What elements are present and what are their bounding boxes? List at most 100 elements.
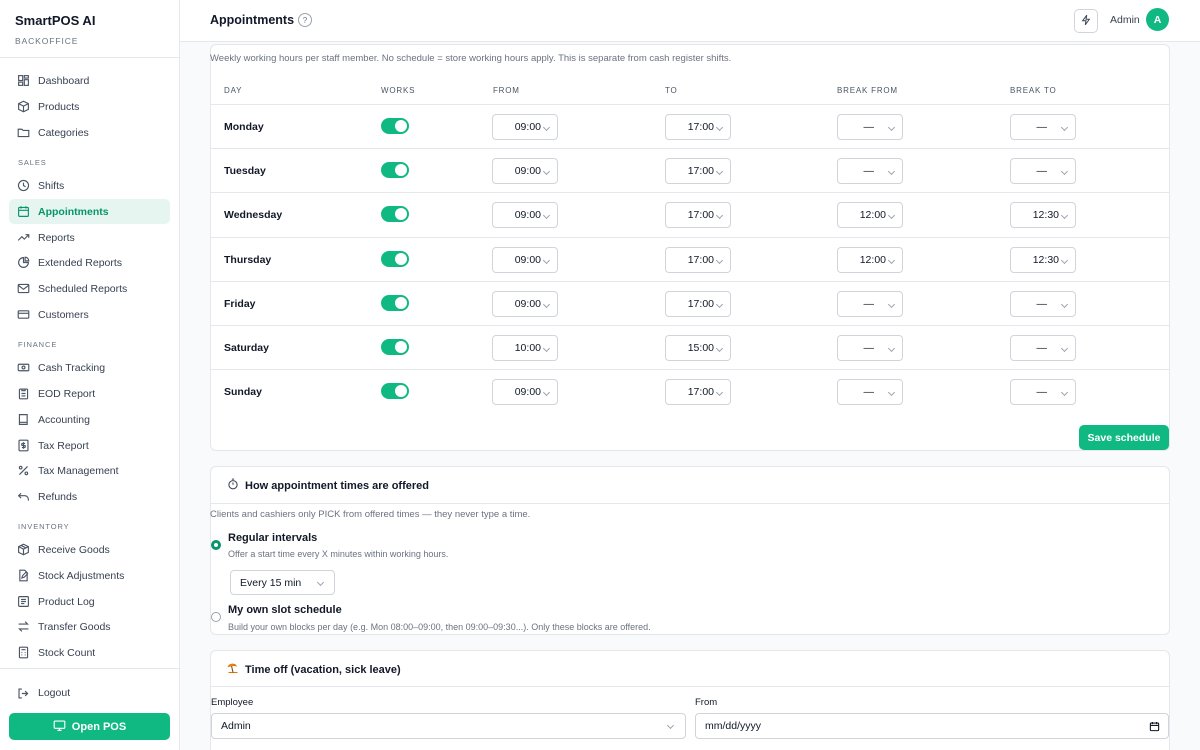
to-time-select[interactable]: 17:00 bbox=[665, 379, 731, 405]
section-title-finance: FINANCE bbox=[18, 340, 58, 349]
box-icon bbox=[17, 100, 30, 113]
sidebar-item-product-log[interactable]: Product Log bbox=[9, 589, 170, 614]
day-label: Thursday bbox=[224, 254, 272, 266]
cash-icon bbox=[17, 361, 30, 374]
break-to-select[interactable]: — bbox=[1010, 379, 1076, 405]
from-time-select[interactable]: 09:00 bbox=[492, 114, 558, 140]
section-title-sales: SALES bbox=[18, 158, 47, 167]
break-from-select[interactable]: — bbox=[837, 114, 903, 140]
from-time-select[interactable]: 09:00 bbox=[492, 291, 558, 317]
sidebar-item-products[interactable]: Products bbox=[9, 94, 170, 119]
break-from-select[interactable]: — bbox=[837, 379, 903, 405]
sidebar: SmartPOS AI BACKOFFICE Dashboard Product… bbox=[0, 0, 180, 750]
package-icon bbox=[17, 543, 30, 556]
to-time-select[interactable]: 17:00 bbox=[665, 291, 731, 317]
sidebar-item-tax-report[interactable]: Tax Report bbox=[9, 433, 170, 458]
break-to-select[interactable]: — bbox=[1010, 114, 1076, 140]
works-toggle[interactable] bbox=[381, 162, 409, 178]
break-from-select[interactable]: — bbox=[837, 158, 903, 184]
to-time-select[interactable]: 17:00 bbox=[665, 158, 731, 184]
offering-title-text: How appointment times are offered bbox=[245, 479, 429, 492]
sidebar-item-reports[interactable]: Reports bbox=[9, 225, 170, 250]
from-time-select[interactable]: 10:00 bbox=[492, 335, 558, 361]
break-from-select[interactable]: — bbox=[837, 291, 903, 317]
column-header-works: WORKS bbox=[381, 86, 416, 95]
sidebar-item-dashboard[interactable]: Dashboard bbox=[9, 68, 170, 93]
divider bbox=[211, 686, 1169, 687]
radio-own-slot-schedule[interactable] bbox=[211, 612, 221, 622]
radio-regular-intervals[interactable] bbox=[211, 540, 221, 550]
column-header-break-from: BREAK FROM bbox=[837, 86, 898, 95]
sidebar-item-stock-adjustments[interactable]: Stock Adjustments bbox=[9, 563, 170, 588]
works-toggle[interactable] bbox=[381, 118, 409, 134]
sidebar-item-receive-goods[interactable]: Receive Goods bbox=[9, 537, 170, 562]
file-edit-icon bbox=[17, 569, 30, 582]
date-placeholder: mm/dd/yyyy bbox=[705, 720, 762, 732]
sidebar-item-label: Categories bbox=[38, 126, 89, 139]
calendar-icon[interactable] bbox=[1149, 721, 1160, 732]
dollar-doc-icon bbox=[17, 439, 30, 452]
schedule-row-thursday: Thursday 09:00 17:00 12:00 12:30 bbox=[211, 237, 1169, 281]
sidebar-item-stock-count[interactable]: Stock Count bbox=[9, 640, 170, 665]
sidebar-item-shifts[interactable]: Shifts bbox=[9, 173, 170, 198]
day-label: Monday bbox=[224, 121, 264, 133]
break-from-select[interactable]: — bbox=[837, 335, 903, 361]
open-pos-button[interactable]: Open POS bbox=[9, 713, 170, 740]
sidebar-item-label: Customers bbox=[38, 308, 89, 321]
works-toggle[interactable] bbox=[381, 206, 409, 222]
quick-action-button[interactable] bbox=[1074, 9, 1098, 33]
sidebar-item-extended-reports[interactable]: Extended Reports bbox=[9, 250, 170, 275]
sidebar-item-appointments[interactable]: Appointments bbox=[9, 199, 170, 224]
column-header-day: DAY bbox=[224, 86, 243, 95]
from-time-select[interactable]: 09:00 bbox=[492, 247, 558, 273]
to-time-select[interactable]: 17:00 bbox=[665, 202, 731, 228]
divider bbox=[0, 668, 179, 669]
bolt-icon bbox=[1080, 14, 1092, 29]
works-toggle[interactable] bbox=[381, 383, 409, 399]
from-date-input[interactable]: mm/dd/yyyy bbox=[695, 713, 1169, 739]
sidebar-item-categories[interactable]: Categories bbox=[9, 120, 170, 145]
sidebar-item-customers[interactable]: Customers bbox=[9, 302, 170, 327]
employee-select[interactable]: Admin bbox=[211, 713, 686, 739]
from-time-select[interactable]: 09:00 bbox=[492, 202, 558, 228]
sidebar-item-refunds[interactable]: Refunds bbox=[9, 484, 170, 509]
avatar[interactable]: A bbox=[1146, 8, 1169, 31]
save-schedule-button[interactable]: Save schedule bbox=[1079, 425, 1169, 450]
sidebar-item-transfer-goods[interactable]: Transfer Goods bbox=[9, 614, 170, 639]
break-to-select[interactable]: — bbox=[1010, 335, 1076, 361]
sidebar-item-accounting[interactable]: Accounting bbox=[9, 407, 170, 432]
help-icon[interactable]: ? bbox=[298, 13, 312, 27]
user-name: Admin bbox=[1110, 14, 1140, 26]
log-icon bbox=[17, 595, 30, 608]
break-from-select[interactable]: 12:00 bbox=[837, 247, 903, 273]
header: Appointments ? Admin A bbox=[180, 0, 1200, 42]
works-toggle[interactable] bbox=[381, 295, 409, 311]
interval-select[interactable]: Every 15 min bbox=[230, 570, 335, 595]
transfer-icon bbox=[17, 620, 30, 633]
break-to-select[interactable]: 12:30 bbox=[1010, 202, 1076, 228]
sidebar-item-cash-tracking[interactable]: Cash Tracking bbox=[9, 355, 170, 380]
time-off-title-text: Time off (vacation, sick leave) bbox=[245, 663, 401, 676]
works-toggle[interactable] bbox=[381, 339, 409, 355]
from-time-select[interactable]: 09:00 bbox=[492, 379, 558, 405]
break-to-select[interactable]: — bbox=[1010, 291, 1076, 317]
break-to-select[interactable]: 12:30 bbox=[1010, 247, 1076, 273]
break-from-select[interactable]: 12:00 bbox=[837, 202, 903, 228]
break-to-select[interactable]: — bbox=[1010, 158, 1076, 184]
to-time-select[interactable]: 15:00 bbox=[665, 335, 731, 361]
sidebar-item-label: Shifts bbox=[38, 179, 65, 192]
sidebar-item-tax-management[interactable]: Tax Management bbox=[9, 458, 170, 483]
sidebar-item-scheduled-reports[interactable]: Scheduled Reports bbox=[9, 276, 170, 301]
sidebar-item-label: Reports bbox=[38, 231, 75, 244]
sidebar-item-label: Stock Count bbox=[38, 646, 96, 659]
to-time-select[interactable]: 17:00 bbox=[665, 114, 731, 140]
day-label: Saturday bbox=[224, 342, 269, 354]
works-toggle[interactable] bbox=[381, 251, 409, 267]
dashboard-icon bbox=[17, 74, 30, 87]
sidebar-item-eod-report[interactable]: EOD Report bbox=[9, 381, 170, 406]
sidebar-item-label: Extended Reports bbox=[38, 256, 123, 269]
to-time-select[interactable]: 17:00 bbox=[665, 247, 731, 273]
day-label: Tuesday bbox=[224, 165, 266, 177]
logout-button[interactable]: Logout bbox=[9, 681, 170, 705]
from-time-select[interactable]: 09:00 bbox=[492, 158, 558, 184]
